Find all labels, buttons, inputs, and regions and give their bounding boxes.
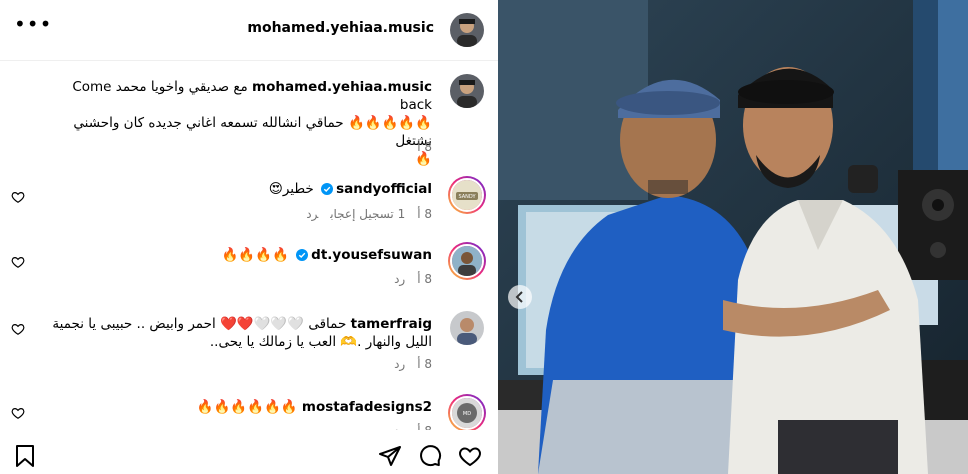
heart-icon[interactable] xyxy=(11,189,25,203)
caption-line-2: 🔥🔥🔥🔥🔥 حماقي انشالله تسمعه اغاني جديده كا… xyxy=(73,115,432,149)
commenter-avatar: MD xyxy=(450,396,484,430)
post-sidebar: mohamed.yehiaa.music ••• mohamed.yehiaa.… xyxy=(0,0,499,474)
reply-button[interactable]: رد xyxy=(394,357,405,371)
svg-text:SANDY: SANDY xyxy=(458,194,476,200)
comment-text: dt.yousefsuwan 🔥🔥🔥🔥 xyxy=(40,246,432,266)
comment-body-line-1: حماقى 🤍🤍🤍❤️❤️ احمر وابيض .. حبيبى يا نجم… xyxy=(52,316,347,332)
comment-text: tamerfraig حماقى 🤍🤍🤍❤️❤️ احمر وابيض .. ح… xyxy=(40,315,432,351)
bookmark-icon[interactable] xyxy=(14,444,36,472)
author-avatar[interactable] xyxy=(450,13,484,47)
comment-avatar-ring[interactable]: MD xyxy=(448,394,486,432)
post-header: mohamed.yehiaa.music ••• xyxy=(0,0,498,61)
post-modal: mohamed.yehiaa.music ••• mohamed.yehiaa.… xyxy=(0,0,968,474)
commenter-avatar xyxy=(450,244,484,278)
author-username[interactable]: mohamed.yehiaa.music xyxy=(247,20,434,36)
verified-icon xyxy=(296,248,309,266)
caption-meta: 8 أ xyxy=(405,140,432,154)
comment-likes[interactable]: 1 تسجيل إعجاب xyxy=(330,207,405,221)
heart-icon[interactable] xyxy=(11,321,25,335)
comment-item: dt.yousefsuwan 🔥🔥🔥🔥 8 أ رد xyxy=(0,242,498,296)
comment-time: 8 أ xyxy=(417,207,432,221)
comment-username[interactable]: sandyofficial xyxy=(336,181,432,197)
comment-time: 8 أ xyxy=(417,357,432,371)
comment-username[interactable]: mostafadesigns2 xyxy=(302,399,432,415)
comment-body: 🔥🔥🔥🔥🔥🔥 xyxy=(196,399,298,415)
share-icon[interactable] xyxy=(378,444,402,472)
comment-icon[interactable] xyxy=(418,444,442,472)
heart-icon[interactable] xyxy=(11,254,25,268)
comment-meta: 8 أ 1 تسجيل إعجاب رد xyxy=(294,207,432,221)
comment-text: mostafadesigns2 🔥🔥🔥🔥🔥🔥 xyxy=(40,398,432,416)
heart-icon[interactable] xyxy=(11,405,25,419)
caption-avatar[interactable] xyxy=(450,74,484,108)
action-bar xyxy=(0,430,498,474)
comment-body: خطير😍 xyxy=(268,181,314,197)
comment-item: tamerfraig حماقى 🤍🤍🤍❤️❤️ احمر وابيض .. ح… xyxy=(0,311,498,381)
photo-illustration xyxy=(498,0,968,474)
caption-username[interactable]: mohamed.yehiaa.music xyxy=(252,79,432,95)
verified-icon xyxy=(321,182,334,200)
caption-line-3: 🔥 xyxy=(415,151,432,167)
commenter-avatar: SANDY xyxy=(450,178,484,212)
comment-meta: 8 أ رد xyxy=(382,357,432,371)
reply-button[interactable]: رد xyxy=(306,207,318,221)
comment-meta: 8 أ رد xyxy=(382,272,432,286)
comment-text: sandyofficial خطير😍 xyxy=(40,180,432,200)
comment-time: 8 أ xyxy=(417,272,432,286)
caption-text: mohamed.yehiaa.music مع صديقي واخويا محم… xyxy=(40,78,432,168)
comment-username[interactable]: dt.yousefsuwan xyxy=(311,247,432,263)
post-caption: mohamed.yehiaa.music مع صديقي واخويا محم… xyxy=(0,72,498,167)
caption-time: 8 أ xyxy=(417,140,432,154)
comment-avatar-ring[interactable] xyxy=(448,242,486,280)
commenter-avatar[interactable] xyxy=(450,311,484,345)
comment-body: 🔥🔥🔥🔥 xyxy=(221,247,289,263)
post-photo[interactable] xyxy=(498,0,968,474)
comment-avatar-ring[interactable]: SANDY xyxy=(448,176,486,214)
comment-body-line-2: الليل والنهار .🫶 العب يا زمالك يا يحى.. xyxy=(209,334,432,350)
svg-text:MD: MD xyxy=(463,411,471,417)
comment-username[interactable]: tamerfraig xyxy=(351,316,432,332)
carousel-prev-icon[interactable] xyxy=(508,285,532,309)
more-icon[interactable]: ••• xyxy=(14,14,52,34)
heart-icon[interactable] xyxy=(458,444,482,472)
comment-item: SANDY sandyofficial خطير😍 8 أ 1 تسجيل إعج… xyxy=(0,176,498,230)
reply-button[interactable]: رد xyxy=(394,272,405,286)
